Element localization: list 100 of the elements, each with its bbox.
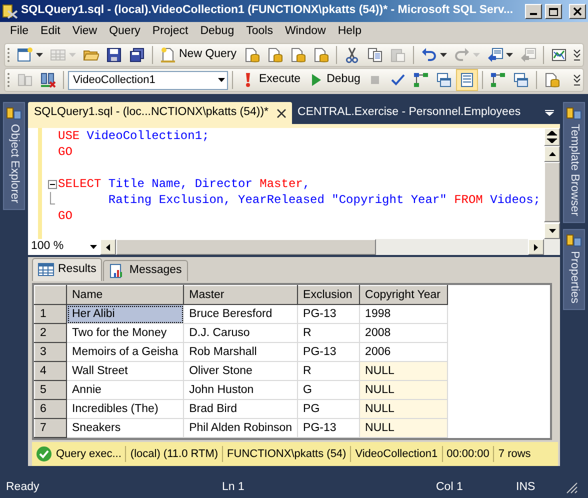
grid-icon <box>38 262 54 278</box>
windows-icon <box>436 72 452 88</box>
table-cell[interactable]: Her Alibi <box>66 304 184 324</box>
scroll-right-button[interactable] <box>528 239 544 255</box>
caret-icon <box>90 245 97 249</box>
table-cell[interactable]: Rob Marshall <box>184 342 298 362</box>
window-arrow-icon <box>486 47 503 63</box>
scroll-down-button[interactable] <box>544 223 560 239</box>
form-icon <box>459 72 476 88</box>
table-cell[interactable]: D.J. Caruso <box>184 324 298 342</box>
table-cell[interactable]: PG-13 <box>298 342 360 362</box>
row-header[interactable]: 5 <box>34 380 66 400</box>
database-info: VideoCollection1 <box>351 446 443 462</box>
horizontal-scrollbar[interactable] <box>100 239 544 255</box>
row-header[interactable]: 3 <box>34 342 66 362</box>
row-header[interactable]: 7 <box>34 418 66 438</box>
arrow-up-icon <box>548 152 556 156</box>
menu-item[interactable]: Help <box>332 22 368 42</box>
diagram-icon <box>490 72 506 88</box>
table-cell[interactable]: Sneakers <box>66 418 184 438</box>
panel-label: Object Explorer <box>8 124 22 204</box>
table-cell[interactable]: John Huston <box>184 380 298 400</box>
collapse-icon[interactable] <box>48 180 56 188</box>
table-cell[interactable]: Incredibles (The) <box>66 400 184 418</box>
side-panel-tab[interactable]: Object Explorer <box>3 102 25 210</box>
maximize-button[interactable] <box>545 4 562 18</box>
splitter-button[interactable] <box>544 128 560 146</box>
table-cell[interactable]: 2008 <box>360 324 448 342</box>
table-cell[interactable]: NULL <box>360 380 448 400</box>
menu-item[interactable]: View <box>66 22 104 42</box>
panel-icon <box>566 106 582 120</box>
database-dropdown[interactable]: VideoCollection1 <box>68 70 228 90</box>
server-x-icon <box>40 72 56 88</box>
code-line: GO <box>58 144 72 160</box>
menu-item[interactable]: Project <box>146 22 194 42</box>
debug-button[interactable]: Debug <box>304 69 364 91</box>
overflow-icon[interactable] <box>573 47 581 63</box>
row-header[interactable]: 4 <box>34 362 66 380</box>
menu-item[interactable]: Window <box>278 22 332 42</box>
menu-item[interactable]: Query <box>103 22 146 42</box>
side-panel-tab[interactable]: Template Browser <box>563 102 585 224</box>
caret-icon <box>36 53 43 57</box>
zoom-dropdown[interactable]: 100 % <box>28 239 100 255</box>
arrow-right-icon <box>534 244 538 250</box>
column-header[interactable]: Copyright Year <box>360 286 448 304</box>
results-tab[interactable]: Messages <box>103 260 188 281</box>
close-button[interactable] <box>569 4 586 18</box>
column-header[interactable]: Master <box>184 286 298 304</box>
column-header[interactable]: Exclusion <box>298 286 360 304</box>
overflow-icon[interactable] <box>573 72 581 88</box>
splitter-icon <box>547 131 557 143</box>
menu-item[interactable]: Edit <box>34 22 66 42</box>
toolbar-grip[interactable] <box>7 72 10 88</box>
arrow-down-icon <box>548 229 556 233</box>
row-header[interactable]: 2 <box>34 324 66 342</box>
table-cell[interactable]: Wall Street <box>66 362 184 380</box>
window-arrow-icon <box>520 47 536 63</box>
scrollbar-thumb[interactable] <box>116 239 376 255</box>
corner-cell[interactable] <box>34 286 66 304</box>
table-cell[interactable]: NULL <box>360 362 448 380</box>
table-cell[interactable]: NULL <box>360 418 448 438</box>
menu-item[interactable]: File <box>4 22 35 42</box>
row-header[interactable]: 6 <box>34 400 66 418</box>
row-header[interactable]: 1 <box>34 304 66 324</box>
scroll-up-button[interactable] <box>544 146 560 162</box>
table-cell[interactable]: Bruce Beresford <box>184 304 298 324</box>
table-cell[interactable]: 1998 <box>360 304 448 324</box>
results-tab[interactable]: Results <box>32 258 102 281</box>
dropdown-icon[interactable] <box>545 110 554 116</box>
scrollbar-thumb[interactable] <box>544 162 560 222</box>
new-query-button[interactable]: New Query <box>157 44 240 66</box>
maximize-icon <box>548 6 559 16</box>
toolbar-grip[interactable] <box>7 47 10 63</box>
table-cell[interactable]: Oliver Stone <box>184 362 298 380</box>
table-cell[interactable]: Two for the Money <box>66 324 184 342</box>
table-cell[interactable]: R <box>298 324 360 342</box>
table-cell[interactable]: Phil Alden Robinson <box>184 418 298 438</box>
minimize-button[interactable] <box>525 4 542 18</box>
side-panel-tab[interactable]: Properties <box>563 229 585 310</box>
database-file-icon <box>266 47 283 63</box>
scroll-left-button[interactable] <box>100 239 116 255</box>
database-file-icon <box>244 47 260 63</box>
form-button[interactable] <box>456 69 478 91</box>
execute-button[interactable]: Execute <box>237 69 304 91</box>
table-cell[interactable]: PG-13 <box>298 304 360 324</box>
table-cell[interactable]: Annie <box>66 380 184 400</box>
close-icon <box>572 6 583 16</box>
column-header[interactable]: Name <box>66 286 184 304</box>
document-tab[interactable]: CENTRAL.Exercise - Personnel.Employees <box>292 102 527 124</box>
table-cell[interactable]: NULL <box>360 400 448 418</box>
close-icon[interactable] <box>276 108 286 118</box>
vertical-scrollbar[interactable] <box>544 128 560 239</box>
table-cell[interactable]: Memoirs of a Geisha <box>66 342 184 362</box>
database-file-icon <box>544 72 560 88</box>
table-cell[interactable]: Brad Bird <box>184 400 298 418</box>
menu-item[interactable]: Debug <box>194 22 240 42</box>
menu-item[interactable]: Tools <box>240 22 279 42</box>
dropdown-value: VideoCollection1 <box>73 72 156 88</box>
document-tab[interactable]: SQLQuery1.sql - (loc...NCTIONX\pkatts (54))* <box>28 102 292 124</box>
user-info: FUNCTIONX\pkatts (54) <box>223 446 352 462</box>
